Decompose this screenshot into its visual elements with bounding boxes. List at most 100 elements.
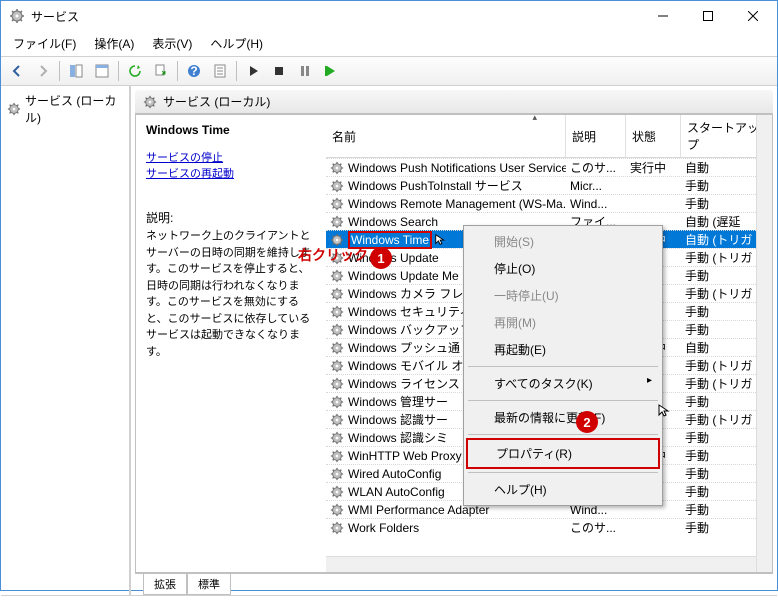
description-label: 説明: <box>146 209 316 226</box>
gear-icon <box>330 161 344 175</box>
stop-service-link[interactable]: サービスの停止 <box>146 149 316 165</box>
gear-icon <box>330 485 344 499</box>
gear-icon <box>330 395 344 409</box>
properties-button[interactable] <box>208 59 232 83</box>
forward-button[interactable] <box>31 59 55 83</box>
gear-icon <box>330 359 344 373</box>
column-name[interactable]: 名前▴ <box>326 115 566 157</box>
ctx-resume: 再開(M) <box>466 309 660 336</box>
gear-icon <box>330 521 344 535</box>
service-desc: このサ... <box>566 159 626 176</box>
ctx-pause: 一時停止(U) <box>466 282 660 309</box>
gear-icon <box>143 95 157 109</box>
service-desc: このサ... <box>566 519 626 536</box>
column-description[interactable]: 説明 <box>566 115 626 157</box>
restart-service-button[interactable] <box>319 59 343 83</box>
gear-icon <box>330 377 344 391</box>
service-row[interactable]: Windows Remote Management (WS-Ma...Wind.… <box>326 194 772 212</box>
context-menu: 開始(S) 停止(O) 一時停止(U) 再開(M) 再起動(E) すべてのタスク… <box>463 225 663 506</box>
gear-icon <box>7 102 21 116</box>
app-icon <box>9 8 25 24</box>
svg-text:?: ? <box>190 64 197 78</box>
gear-icon <box>330 269 344 283</box>
gear-icon <box>330 449 344 463</box>
menu-file[interactable]: ファイル(F) <box>5 33 84 54</box>
tabs: 拡張 標準 <box>135 573 773 595</box>
service-name: Work Folders <box>348 521 419 535</box>
gear-icon <box>330 503 344 517</box>
service-row[interactable]: Windows Push Notifications User Service.… <box>326 158 772 176</box>
window-title: サービス <box>31 8 640 25</box>
gear-icon <box>330 341 344 355</box>
vertical-scrollbar[interactable] <box>756 115 772 572</box>
service-name: Windows Push Notifications User Service.… <box>348 161 566 175</box>
horizontal-scrollbar[interactable] <box>326 556 756 572</box>
view-button[interactable] <box>64 59 88 83</box>
service-row[interactable]: Work Foldersこのサ...手動 <box>326 518 772 536</box>
service-status: 実行中 <box>626 159 681 176</box>
service-name: Windows 認識シミ <box>348 429 448 446</box>
ctx-refresh[interactable]: 最新の情報に更新(F) <box>466 404 660 431</box>
menu-help[interactable]: ヘルプ(H) <box>202 33 271 54</box>
cursor-icon <box>434 233 448 247</box>
maximize-button[interactable] <box>685 2 730 30</box>
gear-icon <box>330 179 344 193</box>
gear-icon <box>330 197 344 211</box>
gear-icon <box>330 413 344 427</box>
titlebar: サービス <box>1 1 777 31</box>
stop-service-button[interactable] <box>267 59 291 83</box>
tree-pane: サービス (ローカル) <box>1 86 131 595</box>
ctx-start: 開始(S) <box>466 228 660 255</box>
service-list: 名前▴ 説明 状態 スタートアップ Windows Push Notificat… <box>326 115 772 572</box>
restart-service-link[interactable]: サービスの再起動 <box>146 165 316 181</box>
menu-view[interactable]: 表示(V) <box>144 33 200 54</box>
annotation-rightclick: 右クリック <box>298 245 368 265</box>
annotation-number-2: 2 <box>576 411 598 433</box>
tab-extended[interactable]: 拡張 <box>143 574 187 595</box>
tab-standard[interactable]: 標準 <box>187 574 231 595</box>
ctx-alltasks[interactable]: すべてのタスク(K) <box>466 370 660 397</box>
tree-root[interactable]: サービス (ローカル) <box>5 90 125 128</box>
gear-icon <box>330 215 344 229</box>
refresh-button[interactable] <box>123 59 147 83</box>
ctx-help[interactable]: ヘルプ(H) <box>466 476 660 503</box>
service-name: Windows セキュリティ <box>348 303 471 320</box>
service-name: Windows バックアッフ <box>348 321 472 338</box>
ctx-restart[interactable]: 再起動(E) <box>466 336 660 363</box>
statusbar <box>1 595 777 613</box>
gear-icon <box>330 287 344 301</box>
gear-icon <box>330 323 344 337</box>
minimize-button[interactable] <box>640 2 685 30</box>
back-button[interactable] <box>5 59 29 83</box>
service-name: WLAN AutoConfig <box>348 485 445 499</box>
service-name: Windows 管理サー <box>348 393 448 410</box>
gear-icon <box>330 305 344 319</box>
selected-service-name: Windows Time <box>146 123 316 137</box>
service-name: Windows カメラ フレ <box>348 285 463 302</box>
service-name: Windows 認識サー <box>348 411 448 428</box>
pause-service-button[interactable] <box>293 59 317 83</box>
service-name: Windows プッシュ通 <box>348 339 460 356</box>
service-name: Windows Remote Management (WS-Ma... <box>348 197 566 211</box>
ctx-properties[interactable]: プロパティ(R) <box>466 438 660 469</box>
cursor-icon <box>657 403 673 419</box>
service-name: Windows ライセンス <box>348 375 460 392</box>
service-name: Wired AutoConfig <box>348 467 441 481</box>
service-name: Windows PushToInstall サービス <box>348 177 523 194</box>
menu-action[interactable]: 操作(A) <box>86 33 142 54</box>
column-status[interactable]: 状態 <box>626 115 681 157</box>
service-name: Windows Update Me <box>348 269 459 283</box>
service-row[interactable]: Windows PushToInstall サービスMicr...手動 <box>326 176 772 194</box>
ctx-stop[interactable]: 停止(O) <box>466 255 660 282</box>
close-button[interactable] <box>730 2 775 30</box>
service-desc: Micr... <box>566 179 626 193</box>
export-button[interactable] <box>149 59 173 83</box>
start-service-button[interactable] <box>241 59 265 83</box>
description-text: ネットワーク上のクライアントとサーバーの日時の同期を維持します。このサービスを停… <box>146 228 316 360</box>
menubar: ファイル(F) 操作(A) 表示(V) ヘルプ(H) <box>1 31 777 56</box>
gear-icon <box>330 467 344 481</box>
gear-icon <box>330 431 344 445</box>
show-hide-button[interactable] <box>90 59 114 83</box>
help-button[interactable]: ? <box>182 59 206 83</box>
tree-root-label: サービス (ローカル) <box>25 92 123 126</box>
